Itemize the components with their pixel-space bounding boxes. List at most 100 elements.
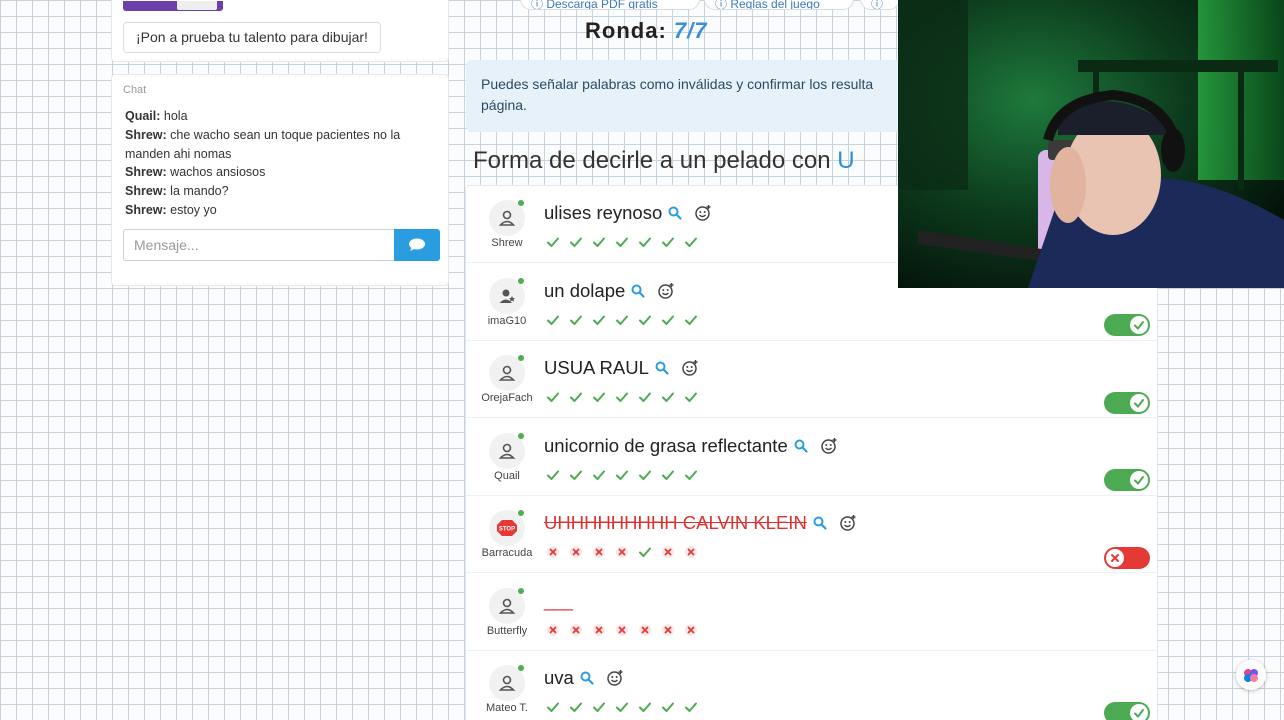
chat-send-button[interactable] — [394, 229, 440, 261]
promo-banner-image[interactable] — [123, 1, 223, 11]
check-icon — [1130, 393, 1148, 412]
webcam-overlay — [898, 0, 1284, 288]
check-icon — [638, 313, 652, 327]
round-label: Ronda: — [585, 18, 667, 43]
validity-toggle[interactable] — [1104, 391, 1150, 414]
validity-toggle[interactable] — [1104, 546, 1150, 569]
add-reaction-icon[interactable] — [606, 669, 624, 687]
check-icon — [569, 235, 583, 249]
cross-icon — [661, 545, 675, 559]
chat-message-text: la mando? — [170, 184, 229, 199]
search-icon[interactable] — [655, 361, 669, 375]
check-icon — [661, 468, 675, 482]
check-icon — [638, 468, 652, 482]
search-icon[interactable] — [631, 284, 645, 298]
search-icon[interactable] — [813, 516, 827, 530]
check-icon — [615, 390, 629, 404]
chat-message-author: Shrew: — [125, 184, 167, 199]
cross-icon — [615, 545, 629, 559]
check-icon — [638, 390, 652, 404]
answer-line: uva — [544, 667, 624, 689]
online-status-dot — [518, 665, 524, 671]
player-name: Mateo T. — [486, 702, 528, 714]
answer-row: Mateo T. uva — [466, 651, 1157, 720]
check-icon — [661, 700, 675, 714]
validity-toggle[interactable] — [1104, 469, 1150, 491]
chat-message-text: wachos ansiosos — [170, 165, 266, 180]
stop-sign-icon: STOP — [496, 519, 518, 537]
answer-text: USUA RAUL — [544, 357, 649, 378]
answer-text: ulises reynoso — [544, 202, 663, 223]
add-reaction-icon[interactable] — [681, 359, 699, 377]
chat-message-author: Shrew: — [125, 202, 167, 217]
chat-message-author: Shrew: — [125, 165, 167, 180]
chat-input-row — [123, 229, 440, 261]
vote-list — [546, 390, 698, 404]
user-icon — [498, 364, 516, 382]
info-circle-icon: ⓘ — [871, 0, 884, 10]
user-icon — [498, 597, 516, 615]
search-icon[interactable] — [580, 671, 594, 685]
download-pdf-link[interactable]: ⓘ Descarga PDF gratis — [520, 0, 700, 10]
check-icon — [661, 235, 675, 249]
user-icon — [498, 442, 516, 460]
chat-message-text: che wacho sean un toque pacientes no la … — [125, 127, 401, 161]
check-icon — [592, 700, 606, 714]
chat-message-text: estoy yo — [170, 202, 217, 217]
vote-list — [546, 700, 698, 714]
answer-line: ___ — [544, 590, 573, 612]
promo-card: ¡Pon a prueba tu talento para dibujar! — [111, 0, 449, 62]
answer-text: unicornio de grasa reflectante — [544, 434, 788, 456]
add-reaction-icon[interactable] — [694, 204, 712, 222]
cross-icon — [684, 545, 698, 559]
online-status-dot — [518, 510, 524, 516]
check-icon — [615, 235, 629, 249]
vote-list — [546, 313, 698, 327]
check-icon — [684, 235, 698, 249]
add-reaction-icon[interactable] — [820, 437, 838, 455]
cross-icon — [569, 545, 583, 559]
check-icon — [684, 390, 698, 404]
category-letter: U — [837, 147, 855, 174]
player-name: Butterfly — [486, 624, 528, 637]
nav-more-link[interactable]: ⓘ — [860, 0, 900, 10]
add-reaction-icon[interactable] — [839, 514, 857, 532]
draw-talent-button[interactable]: ¡Pon a prueba tu talento para dibujar! — [123, 22, 381, 53]
search-icon[interactable] — [668, 206, 682, 220]
answer-text: uva — [544, 667, 574, 688]
help-floating-button[interactable] — [1236, 660, 1266, 690]
online-status-dot — [518, 200, 524, 206]
chat-message-text: hola — [163, 109, 188, 123]
answer-text: UHHHHHHHHH CALVIN KLEIN — [544, 512, 807, 533]
brain-icon — [1244, 669, 1258, 682]
check-icon — [569, 468, 583, 482]
speech-bubble-icon — [409, 238, 425, 251]
cross-icon — [569, 623, 583, 637]
check-icon — [546, 700, 560, 714]
webcam-video — [898, 0, 1284, 288]
chat-header: Chat — [123, 84, 147, 96]
player-name: Shrew — [491, 237, 523, 249]
validity-toggle[interactable] — [1104, 314, 1150, 336]
check-icon — [638, 235, 652, 249]
game-rules-link[interactable]: ⓘ Reglas del juego — [704, 0, 854, 10]
online-status-dot — [518, 432, 524, 439]
add-reaction-icon[interactable] — [657, 282, 675, 300]
check-icon — [661, 390, 675, 404]
chat-messages: Quail: hola Shrew: che wacho sean un toq… — [125, 107, 425, 220]
search-icon[interactable] — [794, 439, 808, 453]
chat-panel: Chat Quail: hola Shrew: che wacho sean u… — [111, 74, 449, 286]
cross-icon — [661, 623, 675, 637]
validity-toggle[interactable] — [1104, 701, 1150, 720]
player-name: Barracuda — [481, 547, 533, 559]
chat-message-input[interactable] — [123, 229, 394, 261]
online-status-dot — [518, 277, 524, 284]
check-icon — [546, 235, 560, 249]
answer-line: UHHHHHHHHH CALVIN KLEIN — [544, 512, 857, 534]
chat-message: Shrew: estoy yo — [125, 201, 425, 220]
chat-message-author: Quail: — [125, 109, 161, 123]
player-avatar — [489, 432, 525, 469]
answer-row: Butterfly ___ — [466, 574, 1157, 651]
vote-list — [546, 545, 698, 559]
player-avatar — [489, 355, 525, 391]
